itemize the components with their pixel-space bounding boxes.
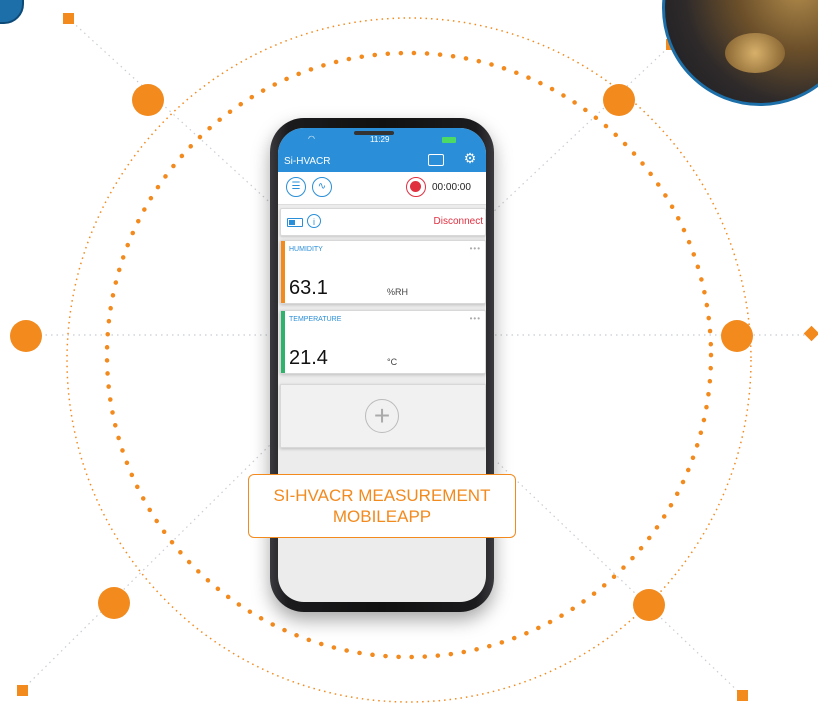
card-unit: °C xyxy=(387,357,398,367)
card-strip xyxy=(281,311,285,373)
card-value: 21.4 xyxy=(289,347,328,369)
status-battery-icon xyxy=(442,137,456,143)
toolbar: ☰ ∿ 00:00:00 xyxy=(278,172,486,205)
record-icon[interactable] xyxy=(406,177,426,197)
card-value: 63.1 xyxy=(289,277,328,299)
gear-icon[interactable]: ⚙ xyxy=(462,150,478,166)
wave-icon[interactable]: ∿ xyxy=(312,177,332,197)
wifi-icon: ◠ xyxy=(308,134,315,143)
device-row: i Disconnect xyxy=(280,208,486,236)
humidity-card[interactable]: HUMIDITY ••• 63.1 %RH xyxy=(280,240,486,304)
record-timer: 00:00:00 xyxy=(432,182,471,193)
list-icon[interactable]: ☰ xyxy=(286,177,306,197)
battery-icon xyxy=(287,218,303,227)
card-menu-icon[interactable]: ••• xyxy=(470,244,481,253)
temperature-card[interactable]: TEMPERATURE ••• 21.4 °C xyxy=(280,310,486,374)
brass-fitting-image xyxy=(725,33,785,73)
status-bar: ◠ 11:29 xyxy=(278,134,486,148)
card-label: HUMIDITY xyxy=(289,246,323,253)
app-title: Si-HVACR xyxy=(284,156,331,167)
callout-line-1: SI-HVACR MEASUREMENT xyxy=(273,486,491,505)
disconnect-button[interactable]: Disconnect xyxy=(434,216,483,227)
add-icon[interactable]: + xyxy=(365,399,399,433)
callout-line-2: MOBILEAPP xyxy=(332,507,432,526)
app-callout: SI-HVACR MEASUREMENT MOBILEAPP xyxy=(248,474,516,538)
app-header: ◠ 11:29 Si-HVACR ⚙ xyxy=(278,128,486,172)
info-icon[interactable]: i xyxy=(307,214,321,228)
status-time: 11:29 xyxy=(370,135,390,144)
card-icon[interactable] xyxy=(428,154,444,166)
card-menu-icon[interactable]: ••• xyxy=(470,314,481,323)
card-strip xyxy=(281,241,285,303)
card-unit: %RH xyxy=(387,287,409,297)
add-sensor-card[interactable]: + xyxy=(280,384,486,448)
card-label: TEMPERATURE xyxy=(289,316,342,323)
